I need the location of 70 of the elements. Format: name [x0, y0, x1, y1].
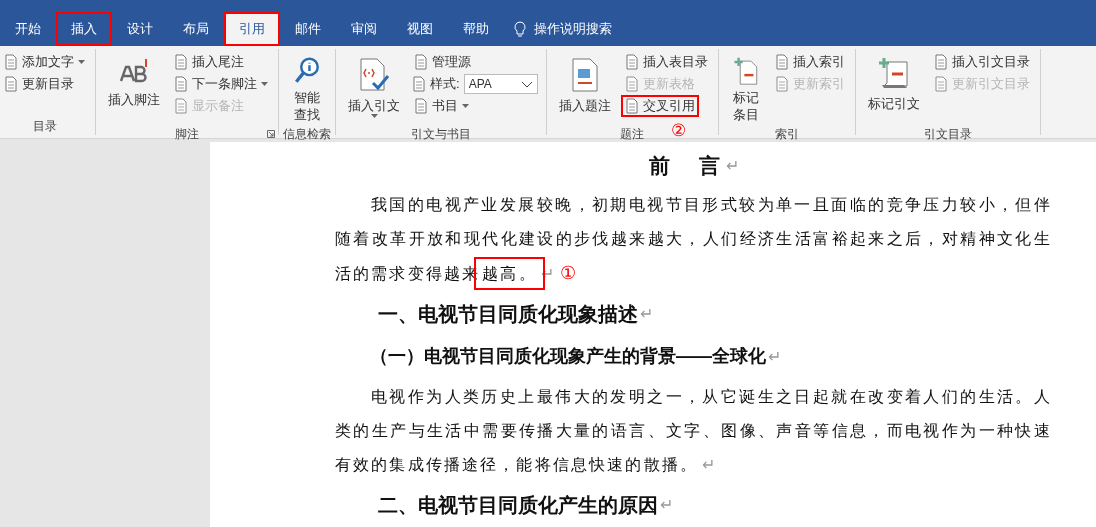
citation-icon	[358, 57, 390, 93]
document-icon	[174, 76, 188, 92]
ribbon-button[interactable]: 插入表目录	[620, 51, 712, 73]
paragraph: 电视作为人类历史上最伟大的发明之一，从它诞生之日起就在改变着人们的生活。人类的生产与生活中需要传播大量的语言、文字、图像、声音等信息，而电视作为一种快速有效的集成传播途径，能将信息快速的散播。 ↵	[335, 387, 1052, 475]
ribbon-button[interactable]: 添加文字	[0, 51, 89, 73]
group-label: 索引	[774, 126, 799, 143]
paragraph-mark: ↵	[768, 346, 781, 367]
document-icon	[414, 54, 428, 70]
document-icon	[624, 54, 639, 70]
caret-icon	[370, 114, 378, 118]
ribbon-button[interactable]: 下一条脚注	[170, 73, 272, 95]
group-label: 引文与书目	[410, 126, 471, 143]
ribbon-tab[interactable]: 邮件	[280, 12, 336, 46]
heading: 一、电视节目同质化现象描述	[378, 302, 638, 327]
caption-icon	[570, 57, 599, 93]
launcher-icon[interactable]	[267, 130, 275, 138]
paragraph-mark: ↵	[640, 304, 653, 324]
ribbon-button[interactable]: 管理源	[410, 51, 475, 73]
document-icon	[624, 98, 639, 114]
document-icon	[4, 54, 18, 70]
chevron-icon	[520, 80, 533, 88]
ribbon-tab[interactable]: 审阅	[336, 12, 392, 46]
ribbon-button[interactable]: 更新目录	[0, 73, 78, 95]
document-icon	[174, 54, 188, 70]
mark-citation-icon	[877, 57, 910, 91]
lightbulb-icon	[514, 20, 526, 38]
document-icon	[412, 76, 426, 92]
ribbon-button[interactable]: 插入索引	[770, 51, 849, 73]
ribbon-tab[interactable]: 开始	[0, 12, 56, 46]
caret-icon	[78, 60, 85, 64]
document-title: 前 言	[648, 153, 724, 180]
document-icon	[774, 76, 789, 92]
paragraph-mark: ↵	[725, 156, 739, 176]
ribbon-large-button[interactable]: 标记 条目	[724, 51, 767, 125]
ribbon-tab[interactable]: 设计	[112, 12, 168, 46]
caret-icon	[261, 82, 268, 86]
heading: 二、电视节目同质化产生的原因	[378, 493, 658, 518]
ribbon-tab[interactable]: 布局	[168, 12, 224, 46]
group-label: 信息检索	[283, 126, 331, 143]
style-dropdown[interactable]: APA	[463, 74, 538, 94]
document-icon	[933, 54, 948, 70]
document-icon	[624, 76, 639, 92]
group-label: 目录	[32, 118, 57, 135]
document-icon	[174, 98, 188, 114]
caret-icon	[462, 104, 469, 108]
ribbon-large-button[interactable]: 标记引文	[861, 51, 926, 125]
style-label: 样式:	[430, 75, 460, 94]
group-label: 引文目录	[923, 126, 972, 143]
document-icon	[414, 98, 428, 114]
document-icon	[774, 54, 789, 70]
tell-me-search[interactable]: 操作说明搜索	[504, 12, 612, 46]
paragraph-mark: ↵	[660, 495, 673, 515]
ribbon-tab[interactable]: 引用	[224, 12, 280, 46]
ribbon-large-button[interactable]: 插入引文	[342, 51, 406, 125]
ribbon-button[interactable]: 书目	[410, 95, 473, 117]
ribbon-button[interactable]: 插入尾注	[170, 51, 248, 73]
ribbon-button[interactable]: 插入引文目录	[929, 51, 1034, 73]
ribbon-tab[interactable]: 插入	[56, 12, 112, 46]
ribbon-tab[interactable]: 帮助	[448, 12, 504, 46]
document-icon	[933, 76, 948, 92]
ribbon-button[interactable]: 交叉引用	[620, 95, 699, 117]
group-label: 题注	[620, 126, 645, 143]
document-icon	[4, 76, 18, 92]
ribbon-large-button[interactable]: 智能 查找	[285, 51, 329, 125]
annotation-number: ②	[670, 122, 686, 139]
group-label: 脚注	[175, 126, 199, 143]
ribbon-tab[interactable]: 视图	[392, 12, 448, 46]
subheading: （一）电视节目同质化现象产生的背景——全球化	[370, 345, 766, 368]
ribbon-large-button[interactable]: 插入题注	[552, 51, 617, 125]
ribbon-large-button[interactable]: 插入脚注	[102, 51, 166, 125]
